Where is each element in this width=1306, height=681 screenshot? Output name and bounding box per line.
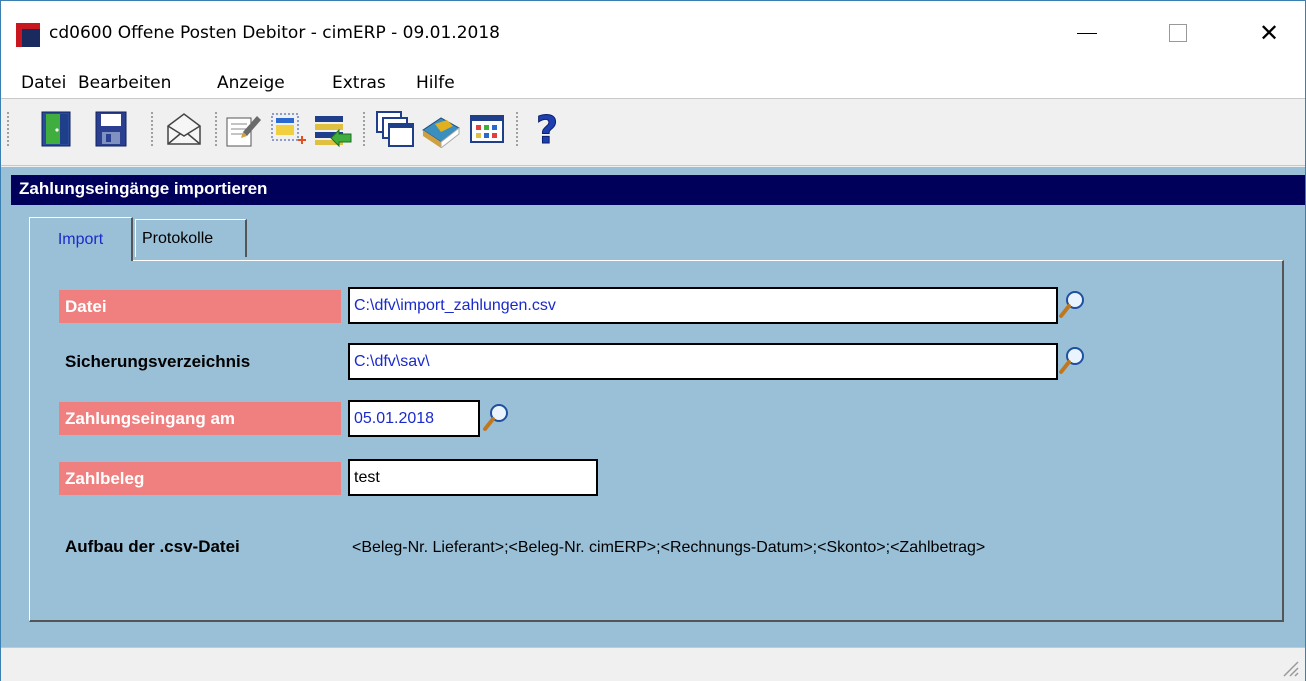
date-picker-search-icon[interactable] [482,402,510,432]
exit-button[interactable] [37,108,77,150]
book-button[interactable] [421,108,461,150]
app-logo-icon [16,23,40,47]
toolbar: ? [1,100,1305,166]
close-icon: ✕ [1258,19,1280,47]
status-bar [1,647,1305,681]
new-record-button[interactable] [268,108,308,150]
sicherung-browse-search-icon[interactable] [1058,345,1086,375]
help-button[interactable]: ? [527,108,567,150]
edit-note-icon [226,116,261,147]
new-record-icon [271,113,306,144]
section-title: Zahlungseingänge importieren [11,175,1305,205]
save-disk-icon [95,111,127,147]
menu-datei[interactable]: Datei [21,73,66,93]
menu-hilfe[interactable]: Hilfe [416,73,455,93]
menu-extras[interactable]: Extras [332,73,386,93]
edit-button[interactable] [223,108,263,150]
aufbau-format-text: <Beleg-Nr. Lieferant>;<Beleg-Nr. cimERP>… [352,539,986,556]
content-area: Zahlungseingänge importieren Import Prot… [1,167,1305,647]
resize-grip-icon[interactable] [1281,659,1299,677]
zahlbeleg-field[interactable]: test [348,459,598,496]
aufbau-label: Aufbau der .csv-Datei [65,536,240,556]
exit-door-icon [41,111,71,147]
minimize-icon [1077,32,1097,34]
tab-import[interactable]: Import [29,217,133,261]
book-icon [422,117,460,148]
zahlungseingang-label: Zahlungseingang am [59,402,341,435]
save-button[interactable] [91,108,131,150]
import-list-icon [315,116,352,148]
datei-browse-search-icon[interactable] [1058,289,1086,319]
sicherung-field[interactable]: C:\dfv\sav\ [348,343,1058,380]
svg-text:?: ? [536,109,558,149]
toolbar-separator [516,112,520,146]
close-button[interactable]: ✕ [1246,11,1292,55]
mail-button[interactable] [164,108,204,150]
calendar-grid-icon [470,115,504,143]
import-list-button[interactable] [313,108,353,150]
datei-label: Datei [59,290,341,323]
calendar-button[interactable] [467,108,507,150]
windows-icon [376,111,414,147]
maximize-icon [1169,24,1187,42]
windows-button[interactable] [375,108,415,150]
import-panel: Datei C:\dfv\import_zahlungen.csv Sicher… [29,260,1284,622]
menu-bearbeiten[interactable]: Bearbeiten [78,73,171,93]
datei-field[interactable]: C:\dfv\import_zahlungen.csv [348,287,1058,324]
zahlungseingang-date-field[interactable]: 05.01.2018 [348,400,480,437]
toolbar-separator [363,112,367,146]
app-window: cd0600 Offene Posten Debitor - cimERP - … [0,0,1306,681]
menu-bar: Datei Bearbeiten Anzeige Extras Hilfe [1,65,1305,99]
minimize-button[interactable] [1064,11,1110,55]
toolbar-grip [7,112,11,146]
menu-anzeige[interactable]: Anzeige [217,73,285,93]
mail-envelope-icon [167,113,201,145]
maximize-button[interactable] [1155,11,1201,55]
toolbar-separator [215,112,219,146]
title-bar: cd0600 Offene Posten Debitor - cimERP - … [1,1,1305,65]
window-title: cd0600 Offene Posten Debitor - cimERP - … [49,23,500,43]
sicherung-label: Sicherungsverzeichnis [65,351,251,371]
help-question-icon: ? [535,109,558,149]
zahlbeleg-label: Zahlbeleg [59,462,341,495]
tab-protokolle[interactable]: Protokolle [135,219,247,257]
toolbar-separator [151,112,155,146]
